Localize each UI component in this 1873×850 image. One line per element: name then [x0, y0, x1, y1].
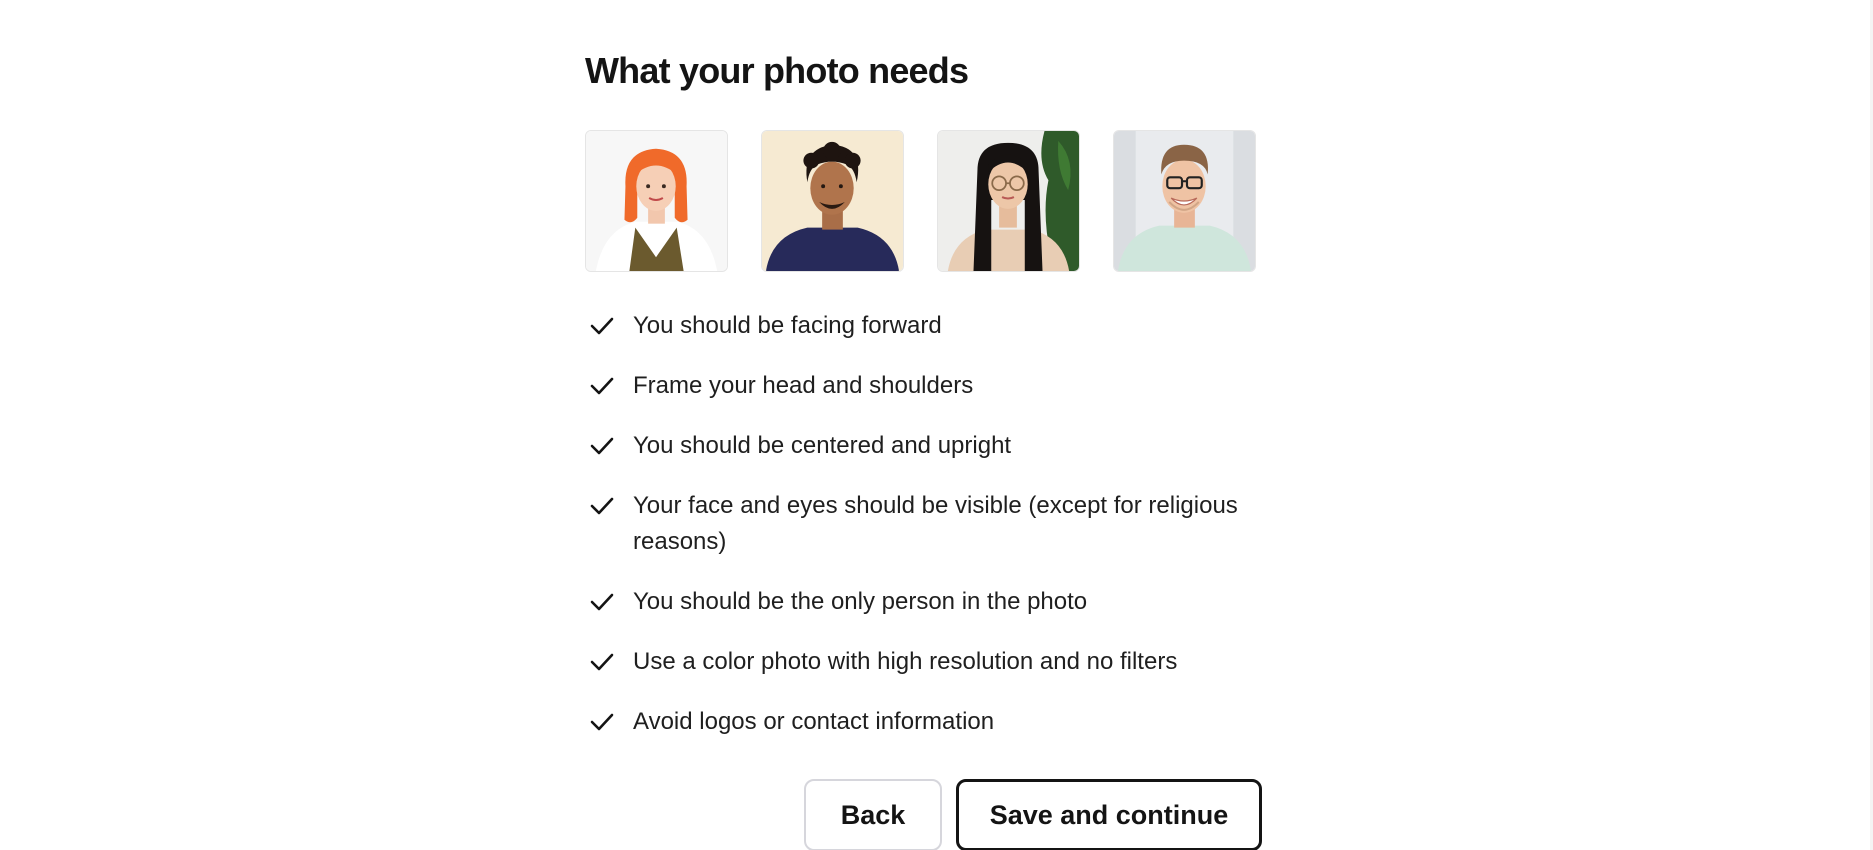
example-photos	[585, 130, 1256, 272]
example-photo-3	[937, 130, 1080, 272]
requirement-text: Frame your head and shoulders	[633, 372, 974, 399]
requirement-item: Frame your head and shoulders	[585, 368, 1261, 404]
page-title: What your photo needs	[585, 50, 969, 91]
requirement-text: You should be centered and upright	[633, 432, 1012, 459]
example-photo-man-curly-hair-icon	[762, 131, 903, 271]
checkmark-icon	[585, 428, 633, 464]
example-photo-man-glasses-icon	[1114, 131, 1255, 271]
example-photo-2	[761, 130, 904, 272]
back-button[interactable]: Back	[804, 779, 942, 850]
example-photo-4	[1113, 130, 1256, 272]
checkmark-icon	[585, 368, 633, 404]
requirement-item: Avoid logos or contact information	[585, 704, 1261, 740]
example-photo-woman-glasses-icon	[938, 131, 1079, 271]
requirement-text: You should be facing forward	[633, 312, 942, 339]
requirement-text: Use a color photo with high resolution a…	[633, 648, 1178, 675]
save-and-continue-button[interactable]: Save and continue	[956, 779, 1262, 850]
requirement-item: You should be the only person in the pho…	[585, 584, 1261, 620]
requirements-list: You should be facing forward Frame your …	[585, 308, 1261, 764]
requirement-item: You should be centered and upright	[585, 428, 1261, 464]
checkmark-icon	[585, 584, 633, 620]
requirement-item: Use a color photo with high resolution a…	[585, 644, 1261, 680]
requirement-text: Avoid logos or contact information	[633, 708, 995, 735]
checkmark-icon	[585, 488, 633, 524]
page: What your photo needs You should be faci…	[0, 0, 1873, 850]
form-actions: Back Save and continue	[804, 779, 1262, 850]
requirement-text: You should be the only person in the pho…	[633, 588, 1088, 615]
checkmark-icon	[585, 308, 633, 344]
requirement-item: You should be facing forward	[585, 308, 1261, 344]
checkmark-icon	[585, 644, 633, 680]
checkmark-icon	[585, 704, 633, 740]
requirement-item: Your face and eyes should be visible (ex…	[585, 488, 1261, 560]
requirement-text: Your face and eyes should be visible (ex…	[633, 492, 1238, 555]
example-photo-1	[585, 130, 728, 272]
example-photo-woman-orange-hair-icon	[586, 131, 727, 271]
